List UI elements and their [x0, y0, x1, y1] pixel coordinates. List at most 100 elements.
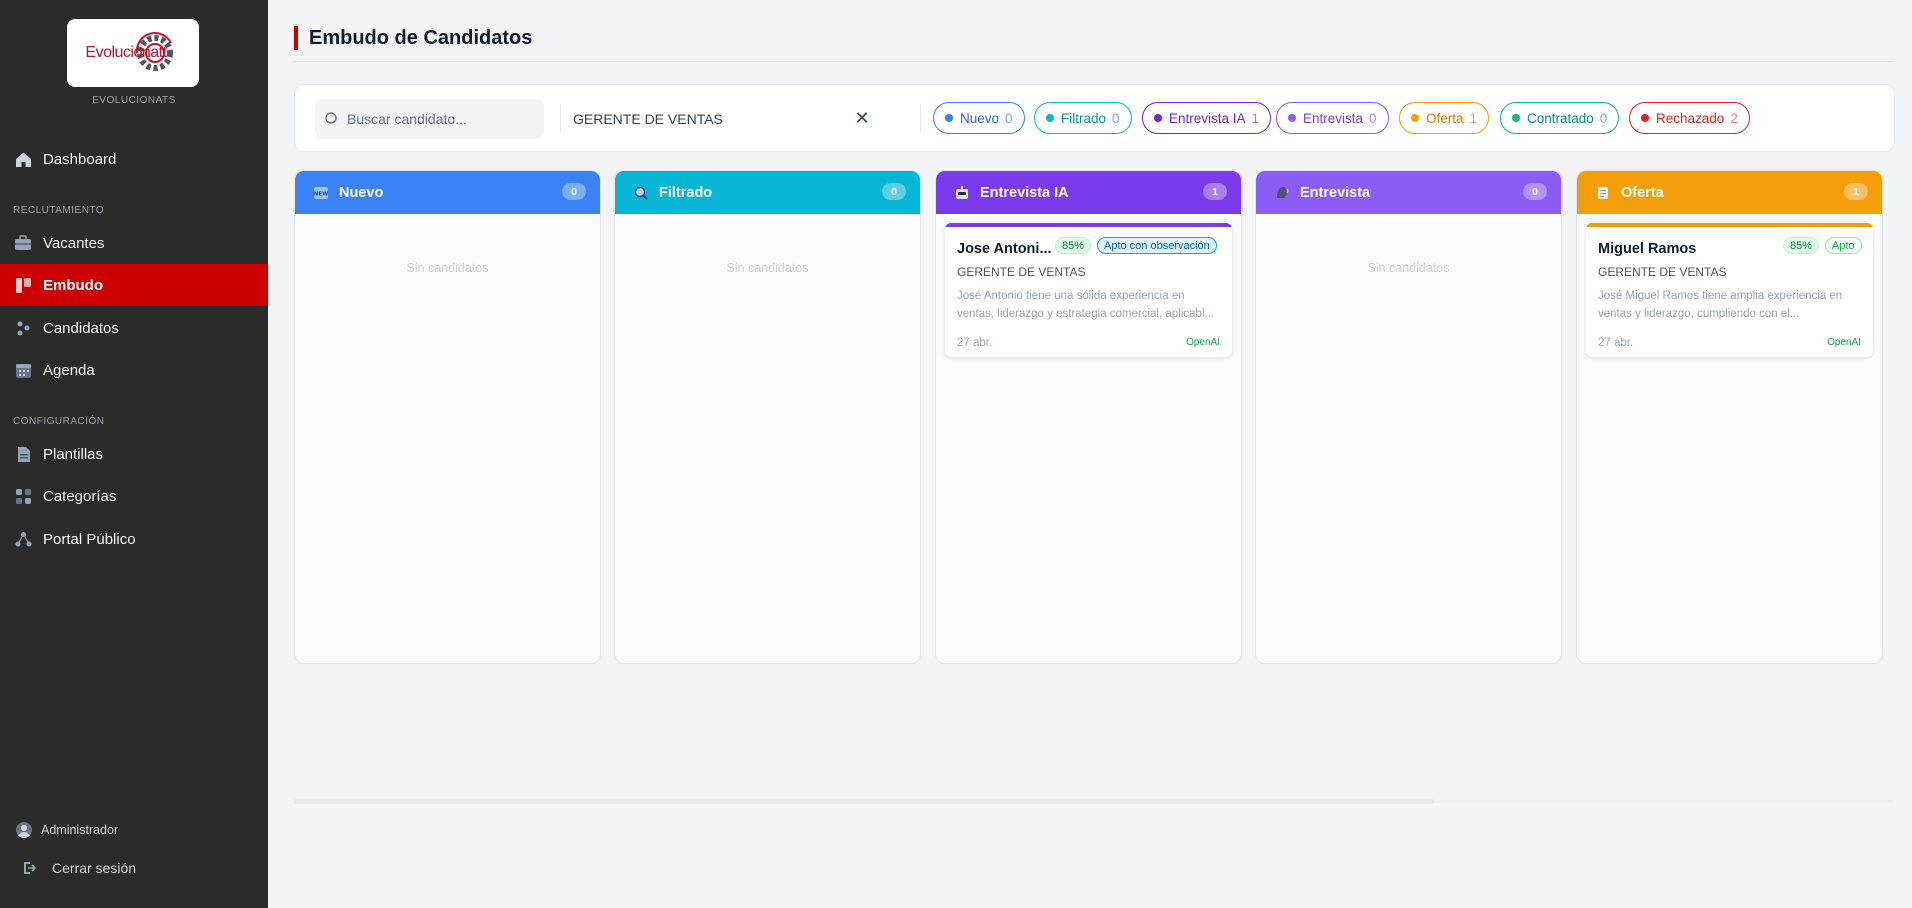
sidebar-item-dashboard[interactable]: Dashboard — [0, 138, 268, 180]
sidebar: Evolucionatt EVOLUCIONATS Dashboard RECL… — [0, 0, 268, 908]
clear-vacancy-button[interactable]: ✕ — [851, 107, 873, 129]
logout-button[interactable]: Cerrar sesión — [23, 860, 136, 876]
status-badge: Apto — [1825, 237, 1862, 254]
column-title: Filtrado — [659, 184, 713, 201]
column-title: Oferta — [1621, 184, 1664, 201]
status-chip-entrevista[interactable]: Entrevista 0 — [1276, 102, 1389, 134]
status-dot — [1154, 114, 1162, 122]
share-icon — [14, 530, 32, 548]
candidate-card[interactable]: Jose Antoni... 85% Apto con observación … — [945, 223, 1232, 357]
briefcase-icon — [14, 234, 32, 252]
ai-source-label: OpenAI — [1186, 337, 1220, 348]
column-count-badge: 1 — [1203, 183, 1227, 200]
column-count-badge: 0 — [882, 183, 906, 200]
sidebar-item-portal-publico[interactable]: Portal Público — [0, 518, 268, 560]
empty-state: Sin candidatos — [1367, 261, 1450, 275]
candidate-card[interactable]: Miguel Ramos 85% Apto GERENTE DE VENTAS … — [1586, 223, 1873, 357]
chip-count: 1 — [1469, 110, 1478, 126]
empty-state: Sin candidatos — [406, 261, 489, 275]
column-header: Entrevista IA 1 — [936, 171, 1241, 214]
status-chip-contratado[interactable]: Contratado 0 — [1500, 102, 1620, 134]
column-header: Entrevista 0 — [1256, 171, 1561, 214]
search-input[interactable] — [347, 111, 527, 127]
status-dot — [1641, 114, 1649, 122]
sidebar-item-label: Plantillas — [43, 445, 104, 463]
svg-text:NEW: NEW — [314, 191, 328, 197]
status-dot — [1288, 114, 1296, 122]
logout-label: Cerrar sesión — [52, 860, 137, 876]
sidebar-item-label: Candidatos — [43, 319, 119, 337]
candidate-role: GERENTE DE VENTAS — [1598, 265, 1727, 279]
candidate-role: GERENTE DE VENTAS — [957, 265, 1086, 279]
empty-state: Sin candidatos — [726, 261, 809, 275]
kanban-column-entrevista-ia: Entrevista IA 1 Jose Antoni... 85% Apto … — [935, 170, 1242, 664]
home-icon — [14, 150, 32, 168]
horizontal-scrollbar[interactable] — [294, 799, 1434, 804]
column-header: Filtrado 0 — [615, 171, 920, 214]
candidate-name: Jose Antoni... — [957, 241, 1052, 257]
sidebar-item-label: Portal Público — [43, 530, 136, 548]
page-title: Embudo de Candidatos — [294, 26, 532, 50]
sidebar-item-agenda[interactable]: Agenda — [0, 349, 268, 391]
kanban-column-entrevista: Entrevista 0 Sin candidatos — [1255, 170, 1562, 664]
kanban-column-oferta: Oferta 1 Miguel Ramos 85% Apto GERENTE D… — [1576, 170, 1883, 664]
user-name: Administrador — [41, 823, 119, 837]
grid-icon — [14, 487, 32, 505]
logo-wordmark: Evolucionatt — [85, 44, 167, 61]
column-header: Oferta 1 — [1577, 171, 1882, 214]
sidebar-item-vacantes[interactable]: Vacantes — [0, 222, 268, 264]
document-icon — [1595, 185, 1611, 201]
chip-label: Filtrado — [1061, 110, 1107, 126]
chip-count: 2 — [1730, 110, 1738, 126]
ai-source-label: OpenAI — [1827, 337, 1861, 348]
avatar — [16, 822, 32, 838]
sidebar-item-label: Agenda — [43, 361, 95, 379]
speaking-head-icon — [1274, 185, 1290, 201]
status-chip-oferta[interactable]: Oferta 1 — [1399, 102, 1490, 134]
status-dot — [1512, 114, 1520, 122]
card-accent-bar — [1586, 223, 1873, 227]
brand-logo[interactable]: Evolucionatt — [67, 19, 199, 87]
candidate-name: Miguel Ramos — [1598, 241, 1697, 257]
column-title: Entrevista IA — [980, 184, 1069, 201]
vacancy-filter-select[interactable]: GERENTE DE VENTAS — [573, 99, 893, 139]
calendar-icon — [14, 361, 32, 379]
chip-label: Entrevista IA — [1169, 110, 1246, 126]
status-dot — [1411, 114, 1419, 122]
chip-count: 0 — [1112, 110, 1120, 126]
score-badge: 85% — [1783, 237, 1820, 254]
sidebar-item-label: Categorías — [43, 487, 117, 505]
chip-count: 0 — [1005, 110, 1013, 126]
column-title: Nuevo — [339, 184, 384, 201]
card-date: 27 abr. — [957, 337, 993, 349]
column-count-badge: 1 — [1844, 183, 1868, 200]
kanban-column-filtrado: Filtrado 0 Sin candidatos — [614, 170, 921, 664]
divider — [920, 105, 921, 133]
section-label-recruit: RECLUTAMIENTO — [13, 205, 105, 216]
chip-label: Entrevista — [1303, 110, 1364, 126]
vacancy-filter-value: GERENTE DE VENTAS — [573, 111, 723, 127]
status-chip-nuevo[interactable]: Nuevo 0 — [933, 102, 1025, 134]
status-badge: Apto con observación — [1097, 237, 1217, 254]
close-icon: ✕ — [854, 107, 870, 128]
search-icon — [325, 112, 339, 126]
divider — [560, 105, 561, 133]
brand-subtitle: EVOLUCIONATS — [92, 95, 176, 106]
status-chip-entrevista-ia[interactable]: Entrevista IA 1 — [1142, 102, 1272, 134]
logout-icon — [23, 861, 39, 875]
score-badge: 85% — [1055, 237, 1092, 254]
search-field[interactable] — [315, 99, 544, 139]
candidate-summary: José Miguel Ramos tiene amplia experienc… — [1598, 290, 1843, 320]
sidebar-item-embudo[interactable]: Embudo — [0, 264, 268, 306]
status-chip-rechazado[interactable]: Rechazado 2 — [1629, 102, 1750, 134]
filter-panel: GERENTE DE VENTAS ✕ Nuevo 0 Filtrado 0 E… — [294, 84, 1895, 152]
column-count-badge: 0 — [1523, 183, 1547, 200]
status-chip-filtrado[interactable]: Filtrado 0 — [1034, 102, 1132, 134]
template-icon — [14, 445, 32, 463]
chip-count: 0 — [1599, 110, 1608, 126]
chip-count: 0 — [1369, 110, 1377, 126]
sidebar-item-plantillas[interactable]: Plantillas — [0, 433, 268, 475]
sidebar-item-candidatos[interactable]: Candidatos — [0, 307, 268, 349]
kanban-icon — [14, 276, 32, 294]
sidebar-item-categorias[interactable]: Categorías — [0, 475, 268, 517]
